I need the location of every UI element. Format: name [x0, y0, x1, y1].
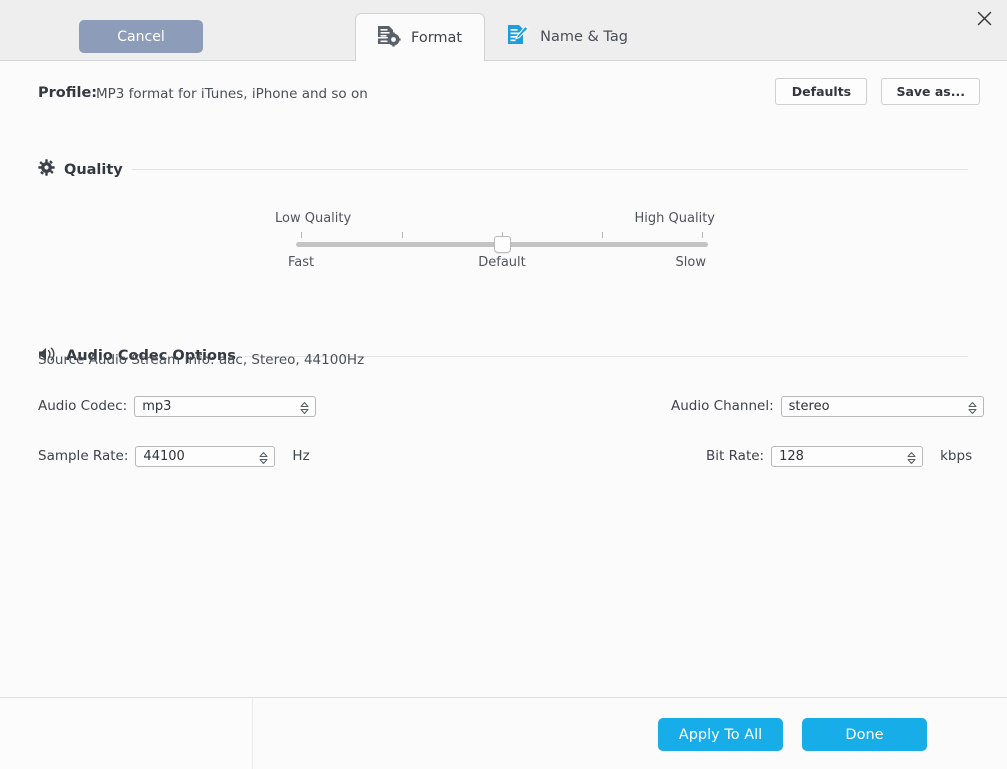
quality-section-header: Quality [38, 159, 968, 180]
tab-strip: Format Name & Tag [355, 0, 650, 61]
slider-tick [402, 232, 403, 238]
slider-handle[interactable] [493, 236, 511, 253]
audio-codec-label: Audio Codec: [38, 398, 128, 414]
sample-rate-select[interactable]: 44100 [135, 445, 276, 467]
quality-title: Quality [64, 161, 123, 178]
gear-icon [38, 159, 55, 180]
tab-format[interactable]: Format [355, 13, 486, 61]
profile-value: MP3 format for iTunes, iPhone and so on [96, 86, 368, 102]
slider-tick [301, 232, 302, 238]
apply-to-all-button[interactable]: Apply To All [658, 718, 783, 751]
bit-rate-value: 128 [779, 448, 804, 464]
footer-left-zone [0, 698, 253, 769]
chevron-updown-icon [300, 400, 309, 414]
slider-fast-label: Fast [288, 255, 315, 270]
close-icon[interactable] [961, 0, 1007, 36]
audio-codec-value: mp3 [142, 398, 172, 414]
audio-codec-select[interactable]: mp3 [134, 395, 317, 417]
sample-rate-field: Sample Rate: 44100 Hz [38, 445, 310, 467]
slider-tick [602, 232, 603, 238]
audio-channel-label: Audio Channel: [671, 398, 774, 414]
tab-name-tag[interactable]: Name & Tag [485, 13, 650, 60]
sample-rate-unit: Hz [292, 448, 310, 464]
bit-rate-label: Bit Rate: [706, 448, 765, 464]
sample-rate-value: 44100 [143, 448, 185, 464]
slider-default-label: Default [478, 255, 526, 270]
slider-low-quality-label: Low Quality [275, 211, 352, 226]
chevron-updown-icon [259, 450, 268, 464]
audio-codec-field: Audio Codec: mp3 [38, 395, 317, 417]
profile-actions: Defaults Save as... [775, 78, 980, 105]
tab-name-tag-label: Name & Tag [540, 28, 628, 45]
document-pencil-icon [505, 23, 531, 51]
profile-label: Profile: [38, 85, 98, 101]
source-audio-stream-info: Source Audio Stream Info: aac, Stereo, 4… [38, 352, 365, 368]
slider-tick [702, 232, 703, 238]
tab-format-label: Format [411, 29, 463, 46]
audio-channel-field: Audio Channel: stereo [671, 395, 984, 417]
defaults-button[interactable]: Defaults [775, 78, 868, 105]
done-button[interactable]: Done [802, 718, 927, 751]
document-gear-icon [376, 24, 402, 52]
chevron-updown-icon [907, 450, 916, 464]
slider-high-quality-label: High Quality [634, 211, 715, 226]
bit-rate-field: Bit Rate: 128 kbps [706, 445, 972, 467]
cancel-button[interactable]: Cancel [79, 20, 203, 53]
chevron-updown-icon [968, 400, 977, 414]
slider-slow-label: Slow [675, 255, 706, 270]
quality-slider[interactable]: Low Quality High Quality Fast Default Sl… [275, 211, 715, 281]
bit-rate-unit: kbps [940, 448, 973, 464]
audio-channel-value: stereo [788, 398, 830, 414]
sample-rate-label: Sample Rate: [38, 448, 129, 464]
bit-rate-select[interactable]: 128 [771, 445, 924, 467]
save-as-button[interactable]: Save as... [881, 78, 980, 105]
profile-row: Profile: MP3 format for iTunes, iPhone a… [0, 78, 1007, 121]
settings-panel: Profile: MP3 format for iTunes, iPhone a… [0, 61, 1007, 697]
section-divider [131, 169, 968, 170]
audio-channel-select[interactable]: stereo [780, 395, 984, 417]
